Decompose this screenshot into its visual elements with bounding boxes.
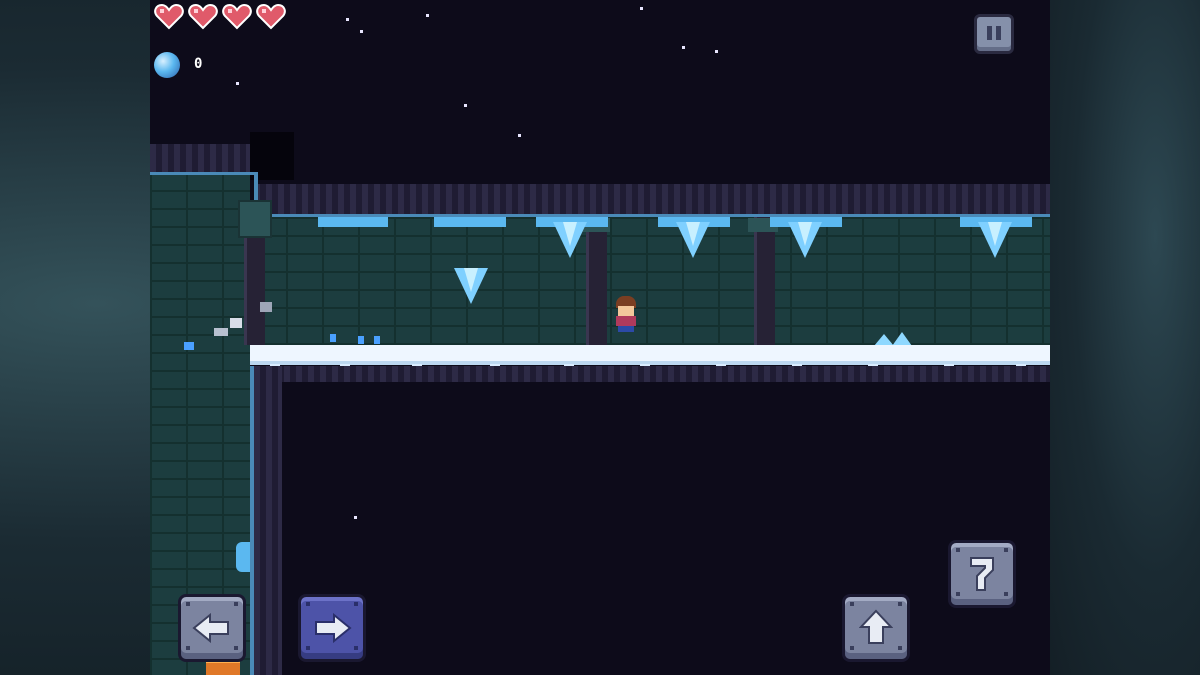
particle bbox=[184, 342, 194, 350]
icicle bbox=[553, 222, 587, 258]
particle bbox=[374, 336, 380, 344]
blue-orb-icon bbox=[154, 52, 180, 78]
particle bbox=[260, 302, 272, 312]
particle bbox=[358, 336, 364, 344]
heart-icon bbox=[256, 4, 286, 30]
arrow-left-icon bbox=[192, 613, 229, 643]
gem-counter: 0 bbox=[154, 50, 234, 80]
arrow-right-icon bbox=[315, 613, 352, 643]
snow-floor bbox=[250, 345, 1050, 365]
icicle bbox=[788, 222, 822, 258]
star bbox=[640, 7, 643, 10]
particle bbox=[230, 318, 242, 328]
star bbox=[464, 104, 467, 107]
wall-edge bbox=[150, 172, 254, 175]
pillar bbox=[754, 217, 775, 345]
floor-crystal bbox=[892, 332, 912, 346]
falling-crystal bbox=[454, 268, 488, 304]
icicle bbox=[978, 222, 1012, 258]
star bbox=[518, 134, 521, 137]
star bbox=[346, 18, 349, 21]
pillar-cap bbox=[238, 200, 272, 238]
pause-icon bbox=[987, 26, 1001, 40]
right-letterbox bbox=[1050, 0, 1200, 675]
move-left-button[interactable] bbox=[178, 594, 246, 662]
action-button[interactable] bbox=[948, 540, 1016, 608]
heart-icon bbox=[188, 4, 218, 30]
move-right-button[interactable] bbox=[298, 594, 366, 662]
game-viewport: 0 bbox=[150, 0, 1050, 675]
gem-count: 0 bbox=[194, 56, 203, 72]
particle bbox=[214, 328, 228, 336]
cliff-ice-edge bbox=[250, 366, 254, 675]
floor-underside bbox=[260, 366, 1050, 382]
star bbox=[354, 516, 357, 519]
particle bbox=[330, 334, 336, 342]
pause-button[interactable] bbox=[974, 14, 1014, 54]
wall-crystal bbox=[236, 542, 250, 572]
star bbox=[682, 46, 685, 49]
heart-icon bbox=[222, 4, 252, 30]
heart-icon bbox=[154, 4, 184, 30]
ceiling-rock bbox=[254, 184, 1050, 216]
jump-button[interactable] bbox=[842, 594, 910, 662]
icicle bbox=[676, 222, 710, 258]
pillar bbox=[586, 217, 607, 345]
star bbox=[715, 50, 718, 53]
ice-crystal-cluster bbox=[434, 217, 506, 227]
treasure-chest bbox=[206, 660, 240, 675]
arrow-up-icon bbox=[859, 609, 893, 644]
rock-ledge bbox=[150, 144, 262, 172]
hook-icon bbox=[970, 557, 994, 591]
cliff-edge bbox=[254, 366, 282, 675]
star bbox=[360, 30, 363, 33]
corridor-wall bbox=[250, 217, 1050, 345]
ice-crystal-cluster bbox=[318, 217, 388, 227]
player-character bbox=[612, 296, 640, 334]
star bbox=[236, 82, 239, 85]
health-hearts bbox=[154, 4, 304, 34]
star bbox=[426, 14, 429, 17]
